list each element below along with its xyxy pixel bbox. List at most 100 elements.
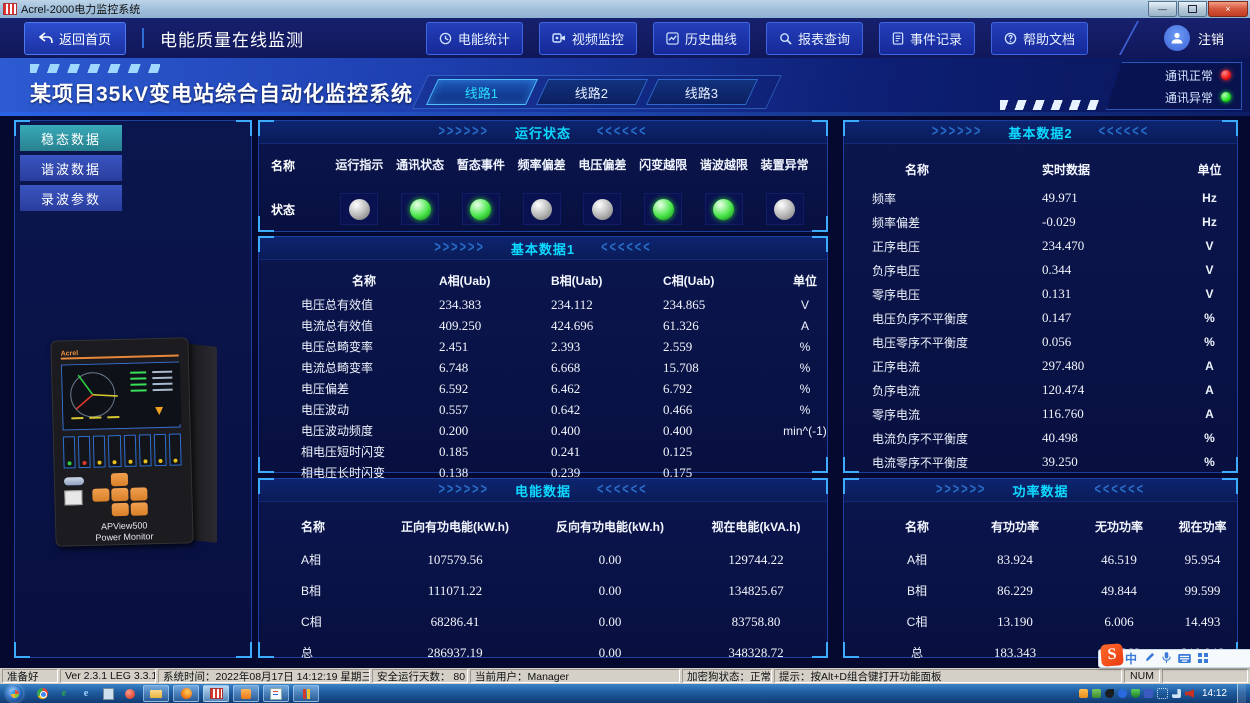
taskbar-ie-green-icon[interactable]: e	[56, 687, 72, 701]
sogou-logo-icon[interactable]: S	[1100, 643, 1123, 666]
device-front-panel: Acrel	[50, 337, 193, 547]
status-light-cell	[329, 186, 390, 232]
device-usb-port	[64, 477, 84, 486]
device-keypad	[92, 472, 148, 516]
nav-button-report-search[interactable]: 报表查询	[766, 22, 863, 55]
table-row: 零序电流 116.760 A	[844, 402, 1237, 426]
tray-bluetooth-icon[interactable]	[1118, 689, 1127, 698]
sogou-ime-bar: S 中	[1098, 649, 1250, 668]
status-bar-segment: 准备好	[2, 669, 58, 683]
restore-button[interactable]	[1178, 1, 1207, 17]
ime-microphone-icon[interactable]	[1162, 652, 1171, 666]
status-bar-segment: 加密狗状态：正常	[682, 669, 772, 683]
tray-volume-muted-icon[interactable]	[1185, 689, 1194, 698]
panel-basic-data-1: >>>>>> 基本数据1 <<<<<< 名称 A相(Uab) B相(Uab) C…	[258, 236, 828, 473]
status-light-cell	[694, 186, 755, 232]
status-bar-segment	[1162, 669, 1248, 683]
taskbar-firefox-button[interactable]	[173, 685, 199, 702]
chevrons-right-icon: >>>>>>	[434, 240, 485, 257]
table-row: 负序电流 120.474 A	[844, 378, 1237, 402]
nav-button-video-monitor[interactable]: 视频监控	[539, 22, 637, 55]
taskbar-bars-app-button[interactable]	[293, 685, 319, 702]
taskbar-ie-blue-icon[interactable]: e	[78, 687, 94, 701]
close-button[interactable]: ×	[1208, 1, 1248, 17]
stripes-decoration	[30, 64, 160, 73]
tray-expand-icon[interactable]	[1157, 688, 1168, 699]
panel-power-data: >>>>>> 功率数据 <<<<<< 名称 有功功率 无功功率 视在功率 A相 …	[843, 478, 1238, 658]
table-row: 电压零序不平衡度 0.056 %	[844, 330, 1237, 354]
ime-language-toggle[interactable]: 中	[1125, 653, 1137, 665]
panel-title: 基本数据2	[1008, 123, 1072, 142]
status-light-indicator	[531, 199, 552, 220]
table-header: 名称 实时数据 单位	[844, 152, 1237, 186]
taskbar-app-orange-button[interactable]	[233, 685, 259, 702]
table-row: 电压总畸变率 2.451 2.393 2.559 %	[259, 336, 827, 357]
row-label: 名称	[271, 157, 329, 174]
header-banner: 某项目35kV变电站综合自动化监控系统 线路1 线路2 线路3 通讯正常 通讯异…	[0, 58, 1250, 116]
comm-status-legend: 通讯正常 通讯异常	[1106, 62, 1242, 110]
sidebar-item[interactable]: 稳态数据	[20, 125, 122, 151]
table-row: 频率 49.971 Hz	[844, 186, 1237, 210]
tray-network-icon[interactable]	[1172, 689, 1181, 698]
status-light-cell	[511, 186, 572, 232]
system-title: 某项目35kV变电站综合自动化监控系统	[30, 78, 413, 108]
tray-shield-icon[interactable]	[1131, 689, 1140, 698]
ime-keyboard-icon[interactable]	[1178, 653, 1191, 665]
nav-button-history-curve[interactable]: 历史曲线	[653, 22, 750, 55]
status-bar: 准备好 Ver 2.3.1 LEG 3.3.18 系统时间：2022年08月17…	[0, 668, 1250, 684]
logout-button[interactable]: 注销	[1164, 25, 1224, 51]
tab-line[interactable]: 线路3	[646, 79, 758, 105]
app-icon	[3, 3, 17, 15]
device-ethernet-port	[64, 490, 82, 505]
device-brand-logo: Acrel	[61, 350, 79, 357]
nav-button-energy-stats[interactable]: 电能统计	[426, 22, 523, 55]
status-light-indicator	[774, 199, 795, 220]
nav-button-event-log[interactable]: 事件记录	[879, 22, 975, 55]
status-bar-segment: Ver 2.3.1 LEG 3.3.18	[60, 669, 156, 683]
status-light-indicator	[349, 199, 370, 220]
tray-folder-icon[interactable]	[1092, 689, 1101, 698]
table-row: 电压波动 0.557 0.642 0.466 %	[259, 399, 827, 420]
ime-toolbox-icon[interactable]	[1198, 653, 1208, 665]
windows-taskbar: e e 14:12	[0, 684, 1250, 703]
back-home-button[interactable]: 返回首页	[24, 22, 126, 55]
status-item-label: 通讯状态	[390, 144, 451, 186]
chevrons-left-icon: <<<<<<	[597, 482, 648, 499]
panel-basic-data-2: >>>>>> 基本数据2 <<<<<< 名称 实时数据 单位 频率 49.971…	[843, 120, 1238, 473]
taskbar-chrome-icon[interactable]	[34, 687, 50, 701]
tray-update-icon[interactable]	[1079, 689, 1088, 698]
tray-nvidia-icon[interactable]	[1144, 689, 1153, 698]
tab-line[interactable]: 线路1	[426, 79, 538, 105]
status-light-indicator	[592, 199, 613, 220]
chevrons-right-icon: >>>>>>	[932, 124, 983, 141]
tray-satellite-icon[interactable]	[1105, 689, 1114, 698]
status-light-indicator	[653, 199, 674, 220]
start-button[interactable]	[6, 685, 23, 702]
table-row: 电压总有效值 234.383 234.112 234.865 V	[259, 294, 827, 315]
ime-pen-icon[interactable]	[1144, 652, 1155, 665]
taskbar-explorer-button[interactable]	[143, 685, 169, 702]
chevrons-right-icon: >>>>>>	[438, 482, 489, 499]
taskbar-app-red-icon[interactable]	[122, 687, 138, 701]
minimize-button[interactable]: —	[1148, 1, 1177, 17]
table-row: 正序电压 234.470 V	[844, 234, 1237, 258]
event-log-icon	[892, 32, 904, 45]
taskbar-app-window-icon[interactable]	[100, 687, 116, 701]
report-search-icon	[779, 32, 792, 45]
table-row: 相电压短时闪变 0.185 0.241 0.125	[259, 441, 827, 462]
tab-line[interactable]: 线路2	[536, 79, 648, 105]
table-row: 电压负序不平衡度 0.147 %	[844, 306, 1237, 330]
sidebar-item[interactable]: 录波参数	[20, 185, 122, 211]
sidebar-item[interactable]: 谐波数据	[20, 155, 122, 181]
chevrons-left-icon: <<<<<<	[1095, 482, 1146, 499]
taskbar-acrel-app-button[interactable]	[203, 685, 229, 702]
system-tray: 14:12	[1079, 684, 1250, 703]
legend-item: 通讯正常	[1107, 67, 1231, 84]
panel-title: 运行状态	[515, 123, 571, 142]
nav-button-help-doc[interactable]: 帮助文档	[991, 22, 1088, 55]
show-desktop-button[interactable]	[1237, 684, 1246, 703]
status-item-label: 暂态事件	[451, 144, 512, 186]
taskbar-clock[interactable]: 14:12	[1202, 688, 1227, 699]
status-light-cell	[633, 186, 694, 232]
taskbar-editor-button[interactable]	[263, 685, 289, 702]
